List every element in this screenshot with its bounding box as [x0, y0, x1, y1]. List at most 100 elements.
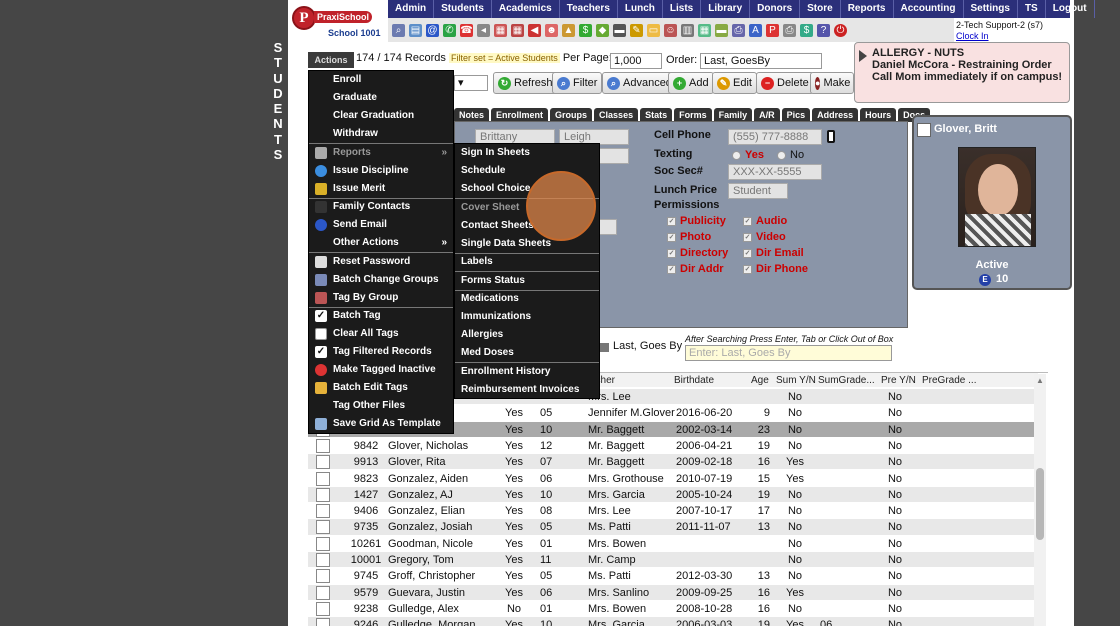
menu-item-batch-tag[interactable]: ✓ Batch Tag: [309, 307, 453, 325]
logo[interactable]: P PraxiSchool School 1001: [290, 0, 386, 42]
menu-item-tag-filtered-records[interactable]: ✓ Tag Filtered Records: [309, 343, 453, 361]
grid-scrollbar[interactable]: ▲: [1034, 374, 1046, 626]
column-header[interactable]: Sum Y/N: [776, 373, 816, 388]
view-select[interactable]: ▾: [454, 75, 488, 91]
tab-family[interactable]: Family: [713, 108, 753, 122]
edit-icon[interactable]: ✎: [630, 23, 643, 37]
table-row[interactable]: 9238 Gulledge, Alex No 01 Mrs. Bowen 2008-10-…: [308, 600, 1038, 618]
help-icon[interactable]: ?: [817, 23, 830, 37]
permission-checkbox[interactable]: ✓: [667, 248, 676, 258]
tab-notes[interactable]: Notes: [454, 108, 490, 122]
small-field[interactable]: [599, 219, 617, 235]
ssn-field[interactable]: XXX-XX-5555: [728, 164, 822, 180]
menu-item-enroll[interactable]: Enroll: [309, 71, 453, 89]
column-header[interactable]: Pre Y/N: [881, 373, 916, 388]
menu-accounting[interactable]: Accounting: [894, 0, 964, 18]
menu-item-other-actions[interactable]: Other Actions »: [309, 234, 453, 252]
users-icon[interactable]: ☻: [545, 23, 558, 37]
cell-phone-field[interactable]: (555) 777-8888: [728, 129, 822, 145]
menu-item-issue-discipline[interactable]: Issue Discipline: [309, 162, 453, 180]
permission-publicity[interactable]: ✓ Publicity: [667, 215, 726, 227]
menu-item-sign-in-sheets[interactable]: Sign In Sheets: [455, 144, 599, 162]
list-icon[interactable]: ▤: [409, 23, 422, 37]
card-icon[interactable]: ▬: [613, 23, 626, 37]
menu-admin[interactable]: Admin: [388, 0, 435, 18]
permission-checkbox[interactable]: ✓: [743, 232, 752, 242]
person-icon[interactable]: ☺: [664, 23, 677, 37]
menu-item-make-tagged-inactive[interactable]: Make Tagged Inactive: [309, 361, 453, 379]
student-card-checkbox[interactable]: [917, 123, 931, 137]
table-row[interactable]: 10001 Gregory, Tom Yes 11 Mr. Camp No No: [308, 552, 1038, 569]
menu-teachers[interactable]: Teachers: [560, 0, 618, 18]
scroll-thumb[interactable]: [1036, 468, 1044, 540]
alert-icon[interactable]: ▲: [562, 23, 575, 37]
menu-item-medications[interactable]: Medications: [455, 290, 599, 308]
column-header[interactable]: Birthdate: [674, 373, 714, 388]
tab-groups[interactable]: Groups: [550, 108, 593, 122]
advanced-button[interactable]: ⌕ Advanced: [602, 72, 677, 94]
menu-ts[interactable]: TS: [1018, 0, 1046, 18]
permission-dir-email[interactable]: ✓ Dir Email: [743, 247, 804, 259]
menu-item-med-doses[interactable]: Med Doses: [455, 344, 599, 362]
menu-item-reports[interactable]: Reports »: [309, 144, 453, 162]
table-row[interactable]: 10261 Goodman, Nicole Yes 01 Mrs. Bowen No No: [308, 535, 1038, 552]
tab-pics[interactable]: Pics: [781, 108, 811, 122]
column-header[interactable]: SumGrade...: [818, 373, 875, 388]
table-row[interactable]: 9246 Gulledge, Morgan Yes 10 Mrs. Garcia 2006…: [308, 617, 1038, 626]
folder-icon[interactable]: ▭: [647, 23, 660, 37]
menu-item-single-data-sheets[interactable]: Single Data Sheets: [455, 235, 599, 253]
menu-library[interactable]: Library: [701, 0, 751, 18]
tab-enrollment[interactable]: Enrollment: [491, 108, 549, 122]
menu-item-issue-merit[interactable]: Issue Merit: [309, 180, 453, 198]
table-row[interactable]: 9406 Gonzalez, Elian Yes 08 Mrs. Lee 2007-10-…: [308, 503, 1038, 520]
menu-students[interactable]: Students: [434, 0, 492, 18]
menu-item-batch-change-groups[interactable]: Batch Change Groups: [309, 271, 453, 289]
clock-in-link[interactable]: Clock In: [956, 31, 989, 41]
permission-directory[interactable]: ✓ Directory: [667, 247, 728, 259]
menu-item-batch-edit-tags[interactable]: Batch Edit Tags: [309, 379, 453, 397]
menu-lists[interactable]: Lists: [663, 0, 702, 18]
menu-item-clear-all-tags[interactable]: Clear All Tags: [309, 325, 453, 343]
permission-checkbox[interactable]: ✓: [743, 216, 752, 226]
menu-item-graduate[interactable]: Graduate: [309, 89, 453, 107]
scroll-up-icon[interactable]: ▲: [1036, 376, 1044, 385]
menu-item-save-grid-as-template[interactable]: Save Grid As Template: [309, 415, 453, 433]
pdf-icon[interactable]: P: [766, 23, 779, 37]
print-icon[interactable]: ⎙: [732, 23, 745, 37]
menu-item-reimbursement-invoices[interactable]: Reimbursement Invoices: [455, 381, 599, 399]
menu-item-allergies[interactable]: Allergies: [455, 326, 599, 344]
menu-lunch[interactable]: Lunch: [618, 0, 663, 18]
permission-checkbox[interactable]: ✓: [667, 216, 676, 226]
calendar2-icon[interactable]: ▦: [511, 23, 524, 37]
row-checkbox[interactable]: [316, 617, 330, 626]
menu-item-immunizations[interactable]: Immunizations: [455, 308, 599, 326]
refresh-button[interactable]: ↻ Refresh: [493, 72, 558, 94]
tab-a-r[interactable]: A/R: [754, 108, 780, 122]
table-row[interactable]: 9842 Glover, Nicholas Yes 12 Mr. Baggett 2006…: [308, 437, 1038, 455]
bus-icon[interactable]: ▬: [715, 23, 728, 37]
printer-icon[interactable]: ⎙: [783, 23, 796, 37]
calendar-icon[interactable]: ▦: [494, 23, 507, 37]
megaphone-icon[interactable]: ◀: [528, 23, 541, 37]
menu-item-enrollment-history[interactable]: Enrollment History: [455, 363, 599, 381]
menu-store[interactable]: Store: [800, 0, 841, 18]
permission-video[interactable]: ✓ Video: [743, 231, 786, 243]
permission-checkbox[interactable]: ✓: [743, 264, 752, 274]
permission-checkbox[interactable]: ✓: [667, 232, 676, 242]
api-icon[interactable]: A: [749, 23, 762, 37]
add-button[interactable]: + Add: [668, 72, 714, 94]
texting-no-radio[interactable]: [777, 150, 787, 160]
money2-icon[interactable]: $: [800, 23, 813, 37]
permission-photo[interactable]: ✓ Photo: [667, 231, 711, 243]
chat-icon[interactable]: ✆: [443, 23, 456, 37]
expand-arrow-icon[interactable]: [859, 50, 867, 62]
tab-forms[interactable]: Forms: [674, 108, 712, 122]
delete-button[interactable]: − Delete: [756, 72, 814, 94]
table-row[interactable]: 9913 Glover, Rita Yes 07 Mr. Baggett 2009-02-…: [308, 454, 1038, 471]
order-select[interactable]: Last, GoesBy: [700, 53, 822, 69]
menu-settings[interactable]: Settings: [964, 0, 1018, 18]
menu-academics[interactable]: Academics: [492, 0, 560, 18]
permission-dir-addr[interactable]: ✓ Dir Addr: [667, 263, 724, 275]
search-input[interactable]: Enter: Last, Goes By: [685, 345, 892, 361]
lunch-price-select[interactable]: Student: [728, 183, 788, 199]
